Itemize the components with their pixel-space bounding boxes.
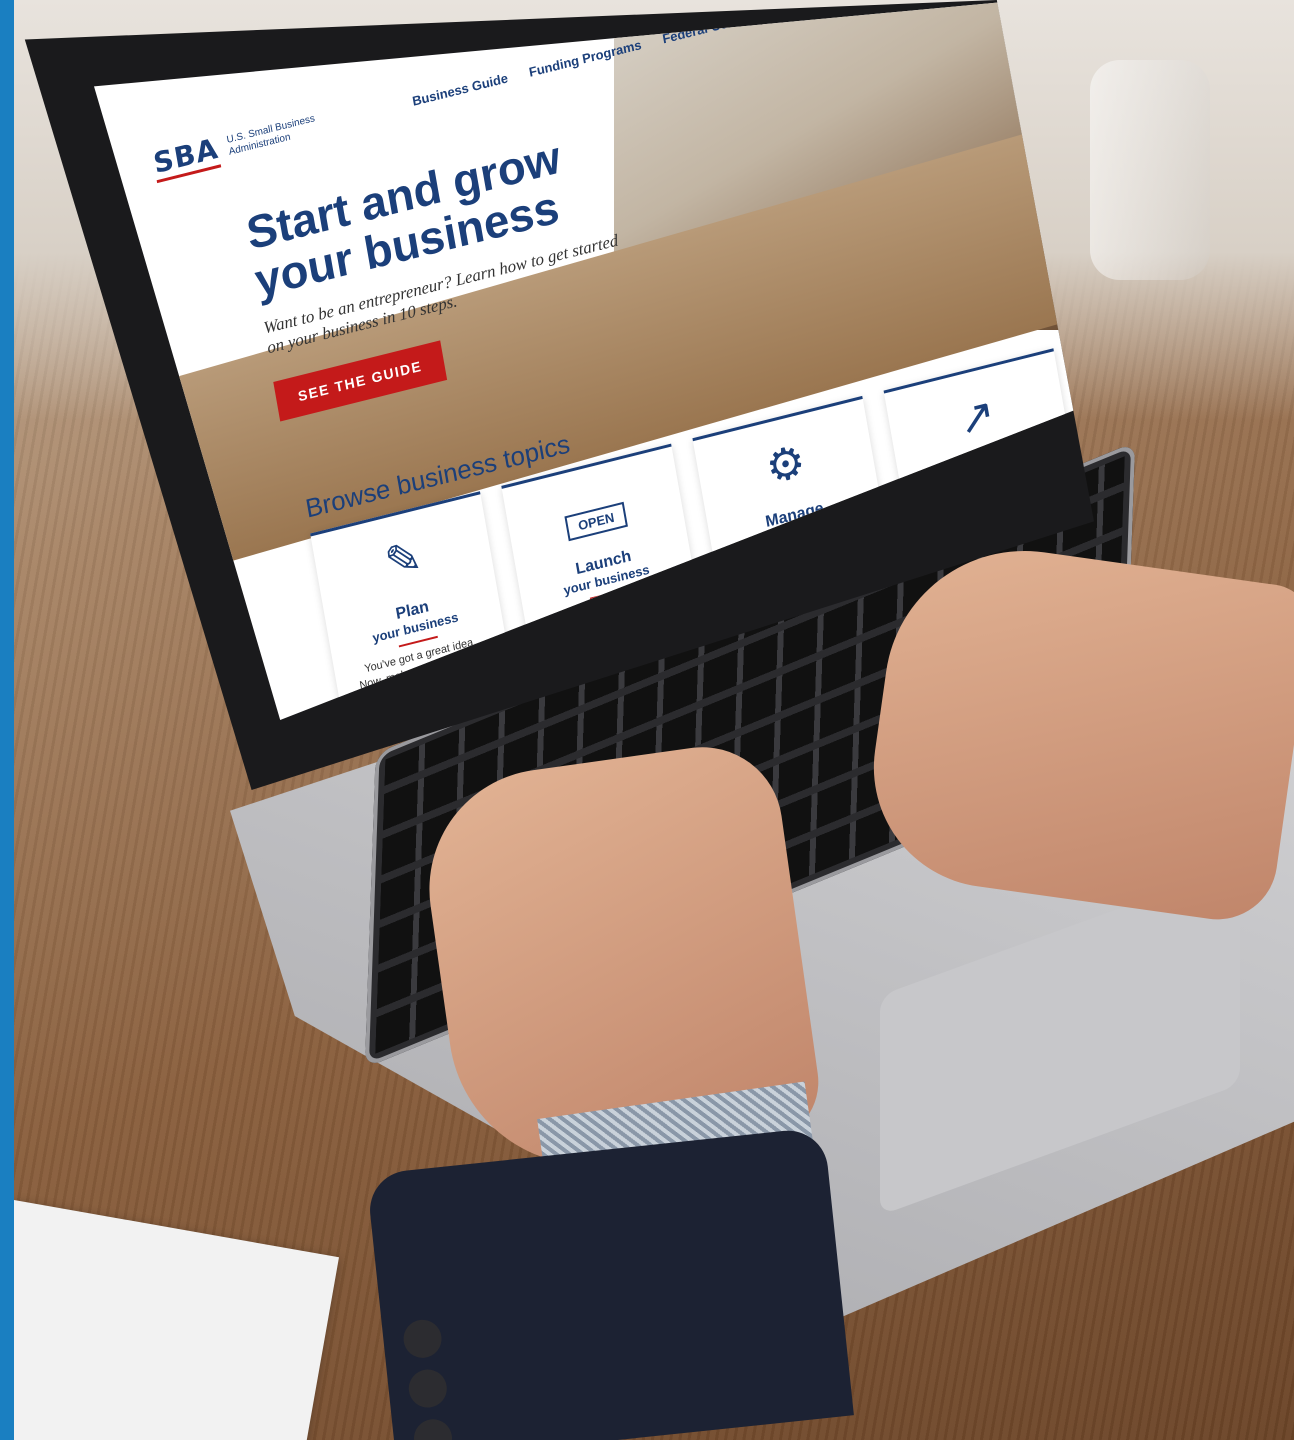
sba-logo[interactable]: SBA U.S. Small Business Administration xyxy=(150,103,338,184)
nav-funding-programs[interactable]: Funding Programs xyxy=(528,37,643,80)
accent-bar xyxy=(0,0,14,1440)
growth-chart-icon: ↗ xyxy=(954,388,1000,446)
nav-business-guide[interactable]: Business Guide xyxy=(411,70,509,109)
sba-logo-mark: SBA xyxy=(150,131,222,184)
photo-scene: ofit SBA U.S. Small Business Administrat… xyxy=(0,0,1294,1440)
topic-card-plan[interactable]: ✎ Plan your business You've got a great … xyxy=(310,491,526,720)
sleeve-button xyxy=(412,1417,454,1440)
card-divider xyxy=(971,492,1011,505)
gears-icon: ⚙ xyxy=(762,435,810,494)
suit-sleeve xyxy=(366,1126,854,1440)
card-title-main: Grow xyxy=(964,454,1008,481)
see-the-guide-button[interactable]: SEE THE GUIDE xyxy=(273,340,447,422)
open-sign-text: OPEN xyxy=(564,501,628,542)
sleeve-button xyxy=(401,1317,444,1360)
sleeve-button xyxy=(406,1367,449,1410)
paper-documents: ofit xyxy=(0,1200,339,1440)
glass-jar xyxy=(1090,60,1210,280)
card-divider xyxy=(780,540,820,553)
card-title-main: Manage xyxy=(764,499,826,531)
sba-logo-text: U.S. Small Business Administration xyxy=(225,113,316,158)
